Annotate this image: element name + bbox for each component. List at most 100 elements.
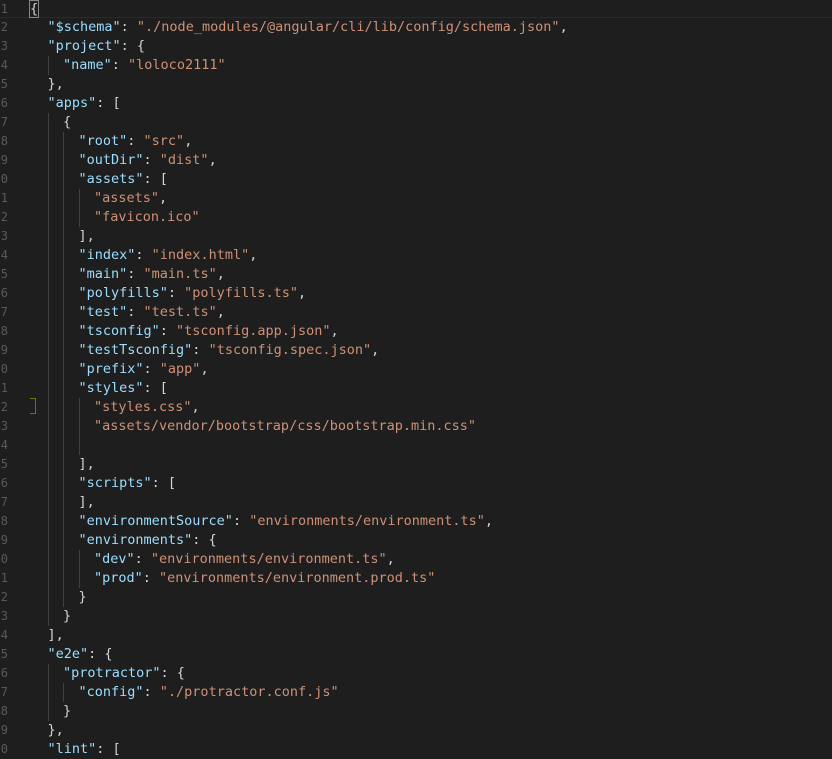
code-line[interactable]: 9 "outDir": "dist", — [0, 151, 832, 170]
code-line[interactable]: 9 "testTsconfig": "tsconfig.spec.json", — [0, 341, 832, 360]
code-line[interactable]: 2} — [0, 588, 832, 607]
line-code[interactable]: ], — [79, 455, 95, 474]
line-code[interactable]: "environmentSource": "environments/envir… — [79, 512, 494, 531]
line-code[interactable]: "outDir": "dist", — [79, 151, 217, 170]
indent-guide — [47, 436, 49, 455]
indent-guide — [63, 284, 64, 303]
code-line[interactable]: 8} — [0, 702, 832, 721]
line-code[interactable]: "tsconfig": "tsconfig.app.json", — [79, 322, 339, 341]
line-code[interactable]: "project": { — [48, 37, 146, 56]
line-number: 5 — [0, 267, 8, 281]
line-number: 5 — [0, 647, 8, 661]
code-line[interactable]: 7 "config": "./protractor.conf.js" — [0, 683, 832, 702]
line-code[interactable]: } — [79, 588, 87, 607]
code-editor[interactable]: 1{2 "$schema": "./node_modules/@angular/c… — [0, 0, 832, 759]
code-line[interactable]: 5}, — [0, 75, 832, 94]
line-code[interactable]: "test": "test.ts", — [79, 303, 225, 322]
code-line[interactable]: 5 "e2e": { — [0, 645, 832, 664]
indent-guide — [63, 493, 64, 512]
code-line[interactable]: 3 "assets/vendor/bootstrap/css/bootstrap.… — [0, 417, 832, 436]
line-code[interactable]: "dev": "environments/environment.ts", — [94, 550, 395, 569]
line-code[interactable]: { — [63, 113, 71, 132]
code-line[interactable]: 7], — [0, 493, 832, 512]
indent-guide — [47, 227, 49, 246]
line-code[interactable]: "styles": [ — [79, 379, 168, 398]
line-code[interactable]: { — [28, 0, 40, 19]
line-code[interactable]: "config": "./protractor.conf.js" — [79, 683, 339, 702]
code-line[interactable]: 0 "assets": [ — [0, 170, 832, 189]
code-line[interactable]: 8 "environmentSource": "environments/envi… — [0, 512, 832, 531]
code-line[interactable]: 1{ — [0, 0, 832, 18]
code-line[interactable]: 6 "polyfills": "polyfills.ts", — [0, 284, 832, 303]
line-code[interactable]: "prod": "environments/environment.prod.t… — [94, 569, 435, 588]
code-line[interactable]: 4], — [0, 626, 832, 645]
line-code[interactable]: "scripts": [ — [79, 474, 177, 493]
code-line[interactable]: 5], — [0, 455, 832, 474]
indent-guide — [63, 265, 64, 284]
line-number: 4 — [0, 628, 8, 642]
line-code[interactable]: "index": "index.html", — [79, 246, 258, 265]
code-line[interactable]: 4 "index": "index.html", — [0, 246, 832, 265]
line-code[interactable]: "assets/vendor/bootstrap/css/bootstrap.m… — [94, 417, 476, 436]
indent-guide — [47, 265, 49, 284]
line-code[interactable]: "prefix": "app", — [79, 360, 209, 379]
code-line[interactable]: 6 "scripts": [ — [0, 474, 832, 493]
line-number: 4 — [0, 438, 8, 452]
code-line[interactable]: 8 "tsconfig": "tsconfig.app.json", — [0, 322, 832, 341]
line-code[interactable]: }, — [48, 721, 64, 740]
code-line[interactable]: 1 "styles": [ — [0, 379, 832, 398]
line-code[interactable]: "favicon.ico" — [94, 208, 200, 227]
line-code[interactable]: "e2e": { — [48, 645, 113, 664]
code-line[interactable]: 2 "$schema": "./node_modules/@angular/cli… — [0, 18, 832, 37]
code-line[interactable]: 7{ — [0, 113, 832, 132]
code-line[interactable]: 2 "favicon.ico" — [0, 208, 832, 227]
code-line[interactable]: 9 "environments": { — [0, 531, 832, 550]
line-code[interactable]: "assets": [ — [79, 170, 168, 189]
line-code[interactable]: "assets", — [94, 189, 167, 208]
line-number: 4 — [0, 58, 8, 72]
code-line[interactable]: 3 "project": { — [0, 37, 832, 56]
indent-guide — [47, 284, 49, 303]
code-line[interactable]: 0 "dev": "environments/environment.ts", — [0, 550, 832, 569]
indent-guide — [63, 398, 64, 417]
code-line[interactable]: 1 "assets", — [0, 189, 832, 208]
line-code[interactable]: "styles.css", — [94, 398, 200, 417]
code-line[interactable]: 3} — [0, 607, 832, 626]
code-line[interactable]: 1 "prod": "environments/environment.prod.… — [0, 569, 832, 588]
line-code[interactable]: "$schema": "./node_modules/@angular/cli/… — [48, 18, 568, 37]
indent-guide — [47, 56, 49, 75]
line-code[interactable]: "polyfills": "polyfills.ts", — [79, 284, 307, 303]
code-line[interactable]: 4 "name": "loloco2111" — [0, 56, 832, 75]
indent-guide — [47, 322, 49, 341]
line-code[interactable]: ], — [79, 227, 95, 246]
code-line[interactable]: 6 "apps": [ — [0, 94, 832, 113]
indent-guide — [78, 208, 80, 227]
indent-guide — [47, 417, 49, 436]
line-code[interactable]: } — [63, 702, 71, 721]
code-line[interactable]: 8 "root": "src", — [0, 132, 832, 151]
code-line[interactable]: 6 "protractor": { — [0, 664, 832, 683]
line-code[interactable]: "testTsconfig": "tsconfig.spec.json", — [79, 341, 380, 360]
line-code[interactable]: "environments": { — [79, 531, 217, 550]
code-line[interactable]: 3], — [0, 227, 832, 246]
code-line[interactable]: 2 "styles.css", — [0, 398, 832, 417]
line-code[interactable]: "root": "src", — [79, 132, 193, 151]
line-code[interactable]: "apps": [ — [48, 94, 121, 113]
line-code[interactable]: "main": "main.ts", — [79, 265, 225, 284]
line-number: 8 — [0, 704, 8, 718]
indent-guide — [63, 417, 64, 436]
line-code[interactable]: "name": "loloco2111" — [63, 56, 226, 75]
line-code[interactable]: "lint": [ — [48, 740, 121, 759]
line-code[interactable]: } — [63, 607, 71, 626]
line-number: 9 — [0, 533, 8, 547]
code-line[interactable]: 4 — [0, 436, 832, 455]
code-line[interactable]: 7 "test": "test.ts", — [0, 303, 832, 322]
code-line[interactable]: 9}, — [0, 721, 832, 740]
code-line[interactable]: 0 "lint": [ — [0, 740, 832, 759]
line-code[interactable]: "protractor": { — [63, 664, 185, 683]
code-line[interactable]: 0 "prefix": "app", — [0, 360, 832, 379]
line-code[interactable]: }, — [48, 75, 64, 94]
line-code[interactable]: ], — [48, 626, 64, 645]
code-line[interactable]: 5 "main": "main.ts", — [0, 265, 832, 284]
line-code[interactable]: ], — [79, 493, 95, 512]
